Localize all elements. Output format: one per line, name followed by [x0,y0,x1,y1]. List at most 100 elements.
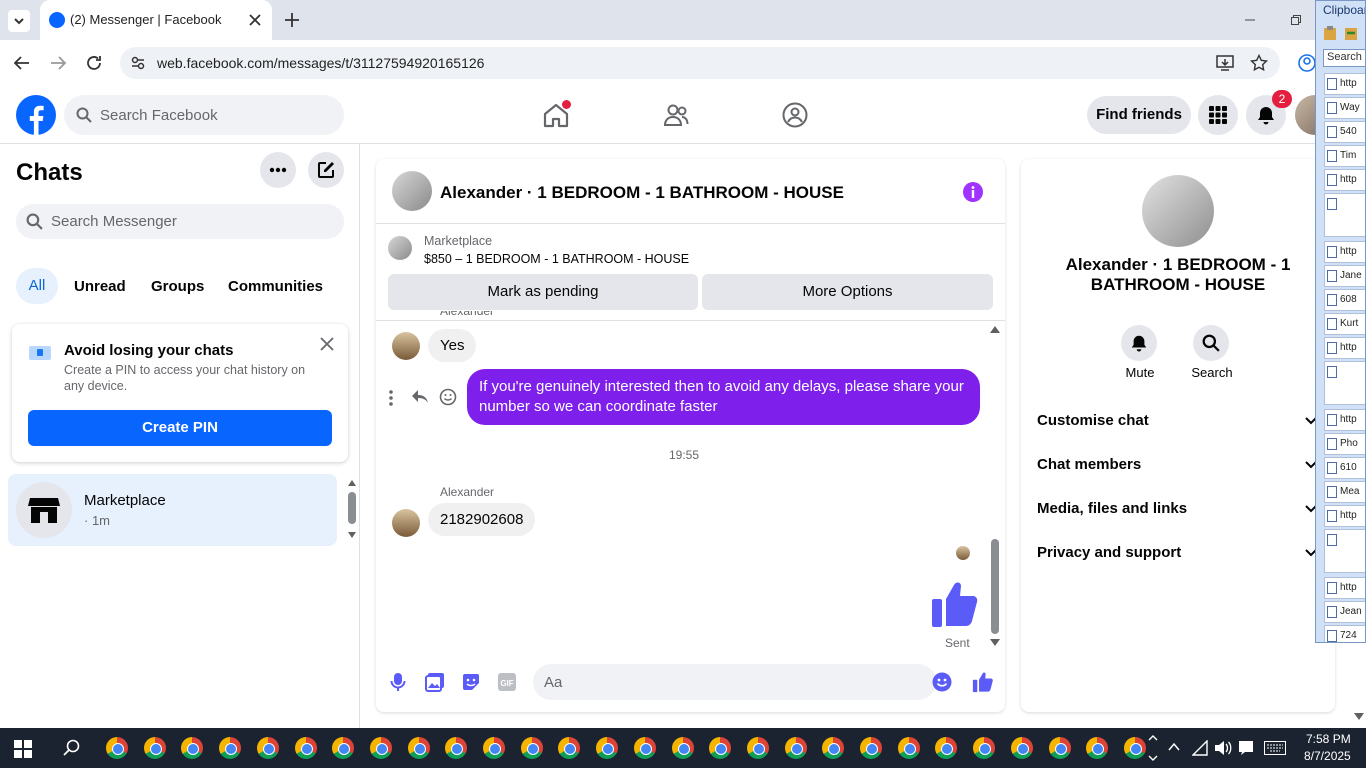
new-tab-icon[interactable] [284,12,300,28]
clipboard-item[interactable]: Mea [1324,481,1365,503]
chrome-taskbar-icon[interactable] [709,737,732,759]
messenger-search-input[interactable]: Search Messenger [16,204,344,239]
clipboard-item[interactable]: 724 [1324,625,1365,642]
mark-as-pending-button[interactable]: Mark as pending [388,274,698,310]
chrome-taskbar-icon[interactable] [784,737,807,759]
scroll-down-icon[interactable] [990,639,1000,646]
chrome-taskbar-icon[interactable] [822,737,845,759]
chrome-taskbar-icon[interactable] [143,737,166,759]
conversation-title[interactable]: Alexander · 1 BEDROOM - 1 BATHROOM - HOU… [440,183,844,203]
chrome-taskbar-icon[interactable] [860,737,882,759]
clipboard-item[interactable]: 608 [1324,289,1365,311]
chevron-up-icon[interactable] [1168,742,1180,752]
chrome-taskbar-icon[interactable] [633,737,656,759]
new-message-button[interactable] [308,152,344,188]
facebook-search-input[interactable]: Search Facebook [64,95,344,135]
search-icon[interactable] [63,739,81,757]
incoming-message[interactable]: 2182902608 [428,503,536,536]
chrome-taskbar-icon[interactable] [332,737,355,759]
clipboard-item[interactable]: http [1324,409,1365,431]
clipboard-item[interactable]: 610 [1324,457,1365,479]
bookmark-star-icon[interactable] [1250,54,1268,72]
close-icon[interactable] [248,13,262,27]
chrome-taskbar-icon[interactable] [219,737,242,759]
more-options-button[interactable]: More Options [702,274,993,310]
volume-icon[interactable] [1214,740,1232,756]
network-icon[interactable] [1192,740,1208,756]
find-friends-button[interactable]: Find friends [1087,96,1191,134]
clipboard-item[interactable]: Way [1324,97,1365,119]
chat-options-button[interactable] [260,152,296,188]
clipboard-item[interactable]: http [1324,73,1365,95]
chrome-taskbar-icon[interactable] [935,737,958,759]
site-info-icon[interactable] [130,55,146,71]
message-input[interactable]: Aa [533,664,952,700]
clipboard-item[interactable]: Kurt [1324,313,1365,335]
chrome-taskbar-icon[interactable] [294,737,317,759]
thumbs-up-icon[interactable] [930,579,980,629]
url-field[interactable]: web.facebook.com/messages/t/311275949201… [120,47,1280,79]
clipboard-item[interactable]: 540 [1324,121,1365,143]
filter-communities[interactable]: Communities [228,278,323,295]
taskbar-scroll-icon[interactable] [1148,732,1158,764]
clipboard-item[interactable] [1324,361,1365,405]
chrome-taskbar-icon[interactable] [1123,737,1146,759]
install-app-icon[interactable] [1216,55,1234,71]
chrome-taskbar-icon[interactable] [558,737,581,759]
filter-unread[interactable]: Unread [74,278,126,295]
reload-icon[interactable] [85,54,103,72]
notification-icon[interactable] [1238,740,1254,756]
privacy-support-section[interactable]: Privacy and support [1021,541,1335,565]
chrome-taskbar-icon[interactable] [671,737,694,759]
profile-icon[interactable] [1298,54,1316,72]
clipboard-item[interactable]: http [1324,241,1365,263]
page-scroll-down-icon[interactable] [1354,713,1364,721]
incoming-message[interactable]: Yes [428,329,477,362]
media-files-links-section[interactable]: Media, files and links [1021,497,1335,521]
chrome-taskbar-icon[interactable] [1048,737,1071,759]
clipboard-item[interactable]: Jean [1324,601,1365,623]
nav-home[interactable] [542,100,571,128]
info-icon[interactable] [962,181,984,203]
chat-members-section[interactable]: Chat members [1021,453,1335,477]
avatar[interactable] [1142,175,1214,247]
keyboard-icon[interactable] [1264,741,1286,755]
clipboard-item[interactable]: Jane [1324,265,1365,287]
forward-arrow-icon[interactable] [49,54,67,72]
scrollbar-thumb[interactable] [991,539,999,634]
clock-time[interactable]: 7:58 PM [1306,732,1351,746]
chrome-taskbar-icon[interactable] [1010,737,1033,759]
reply-icon[interactable] [411,389,429,405]
chrome-taskbar-icon[interactable] [407,737,430,759]
mute-button[interactable] [1121,325,1157,361]
chrome-taskbar-icon[interactable] [483,737,505,759]
sticker-icon[interactable] [461,672,481,692]
chat-list-item[interactable]: Marketplace · 1m [8,474,337,546]
minimize-icon[interactable] [1244,14,1256,26]
chrome-taskbar-icon[interactable] [445,737,468,759]
clock-date[interactable]: 8/7/2025 [1304,749,1351,763]
chrome-taskbar-icon[interactable] [1086,737,1109,759]
friends-icon[interactable] [663,103,689,127]
react-emoji-icon[interactable] [439,388,457,406]
emoji-icon[interactable] [932,672,952,692]
groups-icon[interactable] [782,102,808,128]
gif-icon[interactable]: GIF [497,672,517,692]
paste-icon[interactable] [1322,25,1338,41]
clipboard-item[interactable] [1324,529,1365,573]
scroll-up-icon[interactable] [990,326,1000,333]
photo-icon[interactable] [425,672,445,692]
clipboard-item[interactable]: Pho [1324,433,1365,455]
chrome-taskbar-icon[interactable] [973,737,996,759]
listing-thumbnail[interactable] [388,236,412,260]
clipboard-item[interactable]: http [1324,337,1365,359]
restore-icon[interactable] [1290,14,1302,26]
create-pin-button[interactable]: Create PIN [28,410,332,446]
thumbs-up-icon[interactable] [972,671,994,693]
search-conversation-button[interactable] [1193,325,1229,361]
chrome-taskbar-icon[interactable] [520,737,543,759]
customise-chat-section[interactable]: Customise chat [1021,409,1335,433]
chrome-taskbar-icon[interactable] [897,737,920,759]
chrome-taskbar-icon[interactable] [369,737,392,759]
close-icon[interactable] [320,337,334,351]
